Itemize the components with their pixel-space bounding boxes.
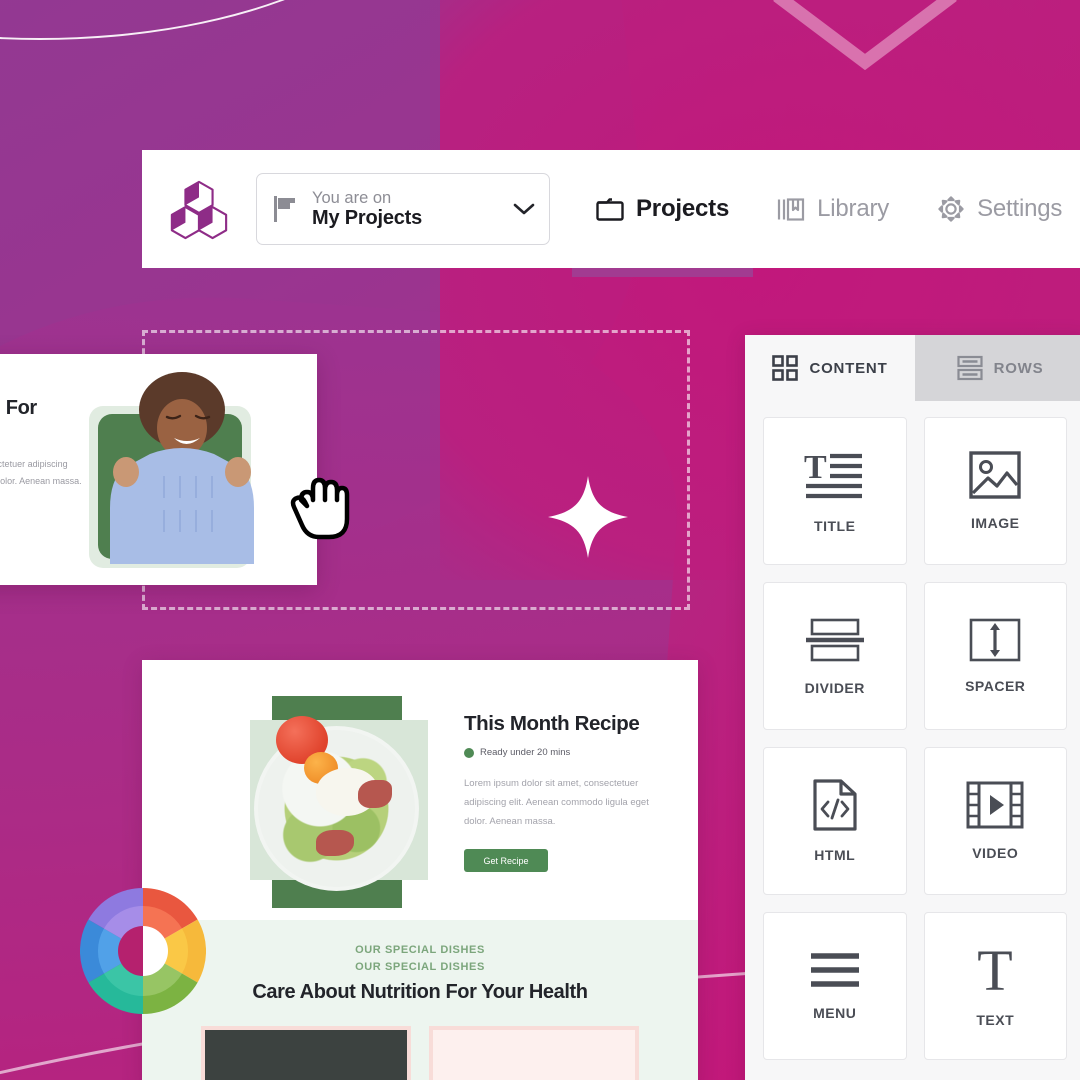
special-dishes-title: Care About Nutrition For Your Health [252, 981, 588, 1004]
image-icon [969, 451, 1021, 499]
nav-item-projects[interactable]: Projects [572, 150, 754, 277]
context-switcher-value: My Projects [312, 207, 423, 230]
tile-title-label: TITLE [814, 518, 856, 534]
recipe-meta: Ready under 20 mins [464, 747, 672, 758]
recipe-email-card[interactable]: This Month Recipe Ready under 20 mins Lo… [142, 660, 698, 1080]
tile-html[interactable]: HTML [763, 747, 907, 895]
nav-item-settings-label: Settings [977, 195, 1063, 222]
context-switcher-dropdown[interactable]: You are on My Projects [256, 173, 550, 245]
color-wheel-icon [80, 888, 206, 1014]
dragged-email-card[interactable]: NUTRITIONIST About Nutrition For Your He… [0, 354, 317, 585]
woman-photo [110, 372, 254, 564]
top-navigation-bar: You are on My Projects Projects Library [142, 150, 1080, 277]
tile-video-label: VIDEO [972, 845, 1019, 861]
folder-icon [596, 197, 624, 221]
recipe-body: Lorem ipsum dolor sit amet, consectetuer… [464, 778, 649, 827]
rows-icon [956, 355, 983, 381]
recipe-meta-text: Ready under 20 mins [480, 747, 571, 758]
dragged-card-title: About Nutrition For Your Health [0, 397, 37, 419]
salad-bowl-photo [254, 716, 419, 891]
tab-rows[interactable]: ROWS [915, 335, 1080, 401]
code-icon [813, 779, 857, 831]
tile-image-label: IMAGE [971, 515, 1020, 531]
recipe-title: This Month Recipe [464, 712, 640, 735]
grabbing-hand-cursor [290, 477, 350, 540]
book-library-icon [778, 197, 805, 221]
dragged-card-body: Lorem ipsum dolor sit amet, consectetuer… [0, 459, 82, 486]
content-tiles: T TITLE IMAGE DIVIDER SPACER HTML VIDEO … [745, 401, 1080, 1076]
shield-outline-icon [773, 0, 957, 70]
special-dishes-eyebrow-1: OUR SPECIAL DISHES [355, 944, 485, 956]
nav-item-settings[interactable]: Settings [913, 150, 1080, 268]
flag-icon [274, 196, 295, 222]
recipe-text-block: This Month Recipe Ready under 20 mins Lo… [438, 688, 698, 920]
dish-thumbnail-1 [201, 1026, 411, 1080]
nav-item-library[interactable]: Library [753, 150, 913, 268]
tile-spacer-label: SPACER [965, 678, 1026, 694]
tab-content[interactable]: CONTENT [745, 335, 915, 401]
ham-slice-1 [358, 780, 392, 808]
spacer-icon [969, 618, 1021, 662]
dragged-card-list-item-2: Routines [0, 521, 84, 531]
tile-divider-label: DIVIDER [804, 680, 865, 696]
nav-active-underline [572, 268, 754, 277]
tile-divider[interactable]: DIVIDER [763, 582, 907, 730]
dragged-card-photo [84, 354, 317, 585]
tile-title[interactable]: T TITLE [763, 417, 907, 565]
dragged-card-list-item-1: Body & Mind [0, 500, 84, 510]
sparkle-icon [548, 476, 628, 558]
tile-image[interactable]: IMAGE [923, 417, 1067, 565]
special-dishes-section: OUR SPECIAL DISHES OUR SPECIAL DISHES Ca… [142, 920, 698, 1080]
ham-slice-2 [316, 830, 354, 856]
panel-tabs: CONTENT ROWS [745, 335, 1080, 401]
tile-video[interactable]: VIDEO [923, 747, 1067, 895]
text-icon: T [978, 944, 1013, 996]
title-icon: T [804, 449, 862, 499]
tab-rows-label: ROWS [993, 359, 1044, 377]
chevron-down-icon[interactable] [513, 202, 535, 216]
gear-icon [938, 196, 964, 222]
special-dishes-eyebrow-2: OUR SPECIAL DISHES [355, 961, 485, 974]
tile-menu[interactable]: MENU [763, 912, 907, 1060]
content-panel: CONTENT ROWS T TITLE IMAGE DIVIDER SPACE… [745, 335, 1080, 1080]
tile-html-label: HTML [814, 847, 856, 863]
tile-text[interactable]: T TEXT [923, 912, 1067, 1060]
recipe-hero: This Month Recipe Ready under 20 mins Lo… [142, 660, 698, 920]
menu-icon [810, 953, 859, 987]
clock-icon [464, 747, 474, 758]
special-dishes-thumbnails [142, 1026, 698, 1080]
cubes-logo[interactable] [168, 178, 230, 240]
context-switcher-label: You are on [312, 188, 392, 207]
nav-item-projects-label: Projects [636, 195, 730, 222]
tile-text-label: TEXT [976, 1012, 1015, 1028]
grid-icon [772, 355, 799, 381]
tile-spacer[interactable]: SPACER [923, 582, 1067, 730]
tab-content-label: CONTENT [809, 359, 888, 377]
divider-icon [805, 618, 864, 662]
get-recipe-button[interactable]: Get Recipe [464, 849, 548, 872]
primary-nav: Projects Library Settings [572, 150, 1080, 277]
nav-item-library-label: Library [817, 195, 890, 222]
dragged-card-text: NUTRITIONIST About Nutrition For Your He… [0, 354, 84, 585]
dragged-card-eyebrow: NUTRITIONIST [0, 380, 84, 390]
recipe-image [238, 688, 438, 920]
dish-thumbnail-2 [429, 1026, 639, 1080]
svg-text:T: T [978, 944, 1013, 996]
svg-text:T: T [804, 449, 827, 486]
video-icon [966, 781, 1024, 829]
tile-menu-label: MENU [813, 1005, 857, 1021]
